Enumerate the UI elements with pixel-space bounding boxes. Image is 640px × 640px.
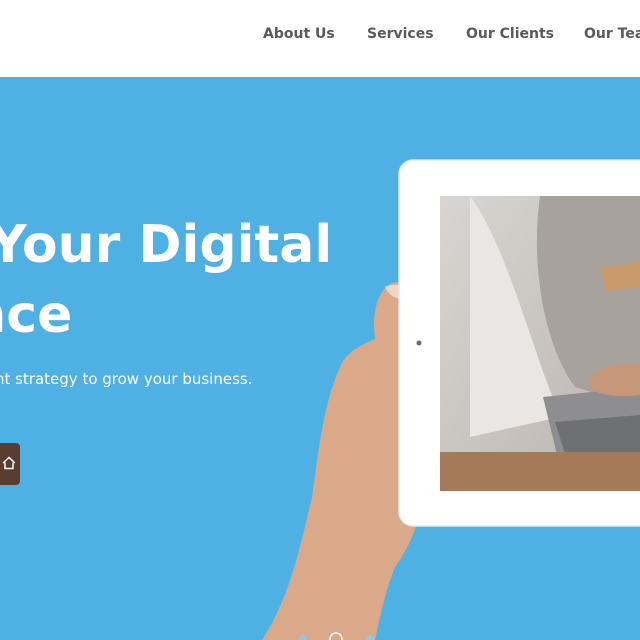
nav-item-services[interactable]: Services [367,26,434,42]
tablet-camera [416,340,422,346]
nav-item-our-team[interactable]: Our Team [584,26,640,42]
carousel-dot-2[interactable] [329,632,343,640]
carousel-dot-3[interactable] [366,635,374,640]
hero-section: Boost Your Digital Presence We help you … [0,77,640,640]
carousel-dots [299,632,374,640]
tablet-hero-illustration [262,159,640,640]
top-nav: About Us Services Our Clients Our Team [0,0,640,77]
tablet-screen-photo [440,196,640,491]
nav-item-about-us[interactable]: About Us [263,26,335,42]
nav-item-our-clients[interactable]: Our Clients [466,26,554,42]
carousel-dot-1[interactable] [299,635,307,640]
